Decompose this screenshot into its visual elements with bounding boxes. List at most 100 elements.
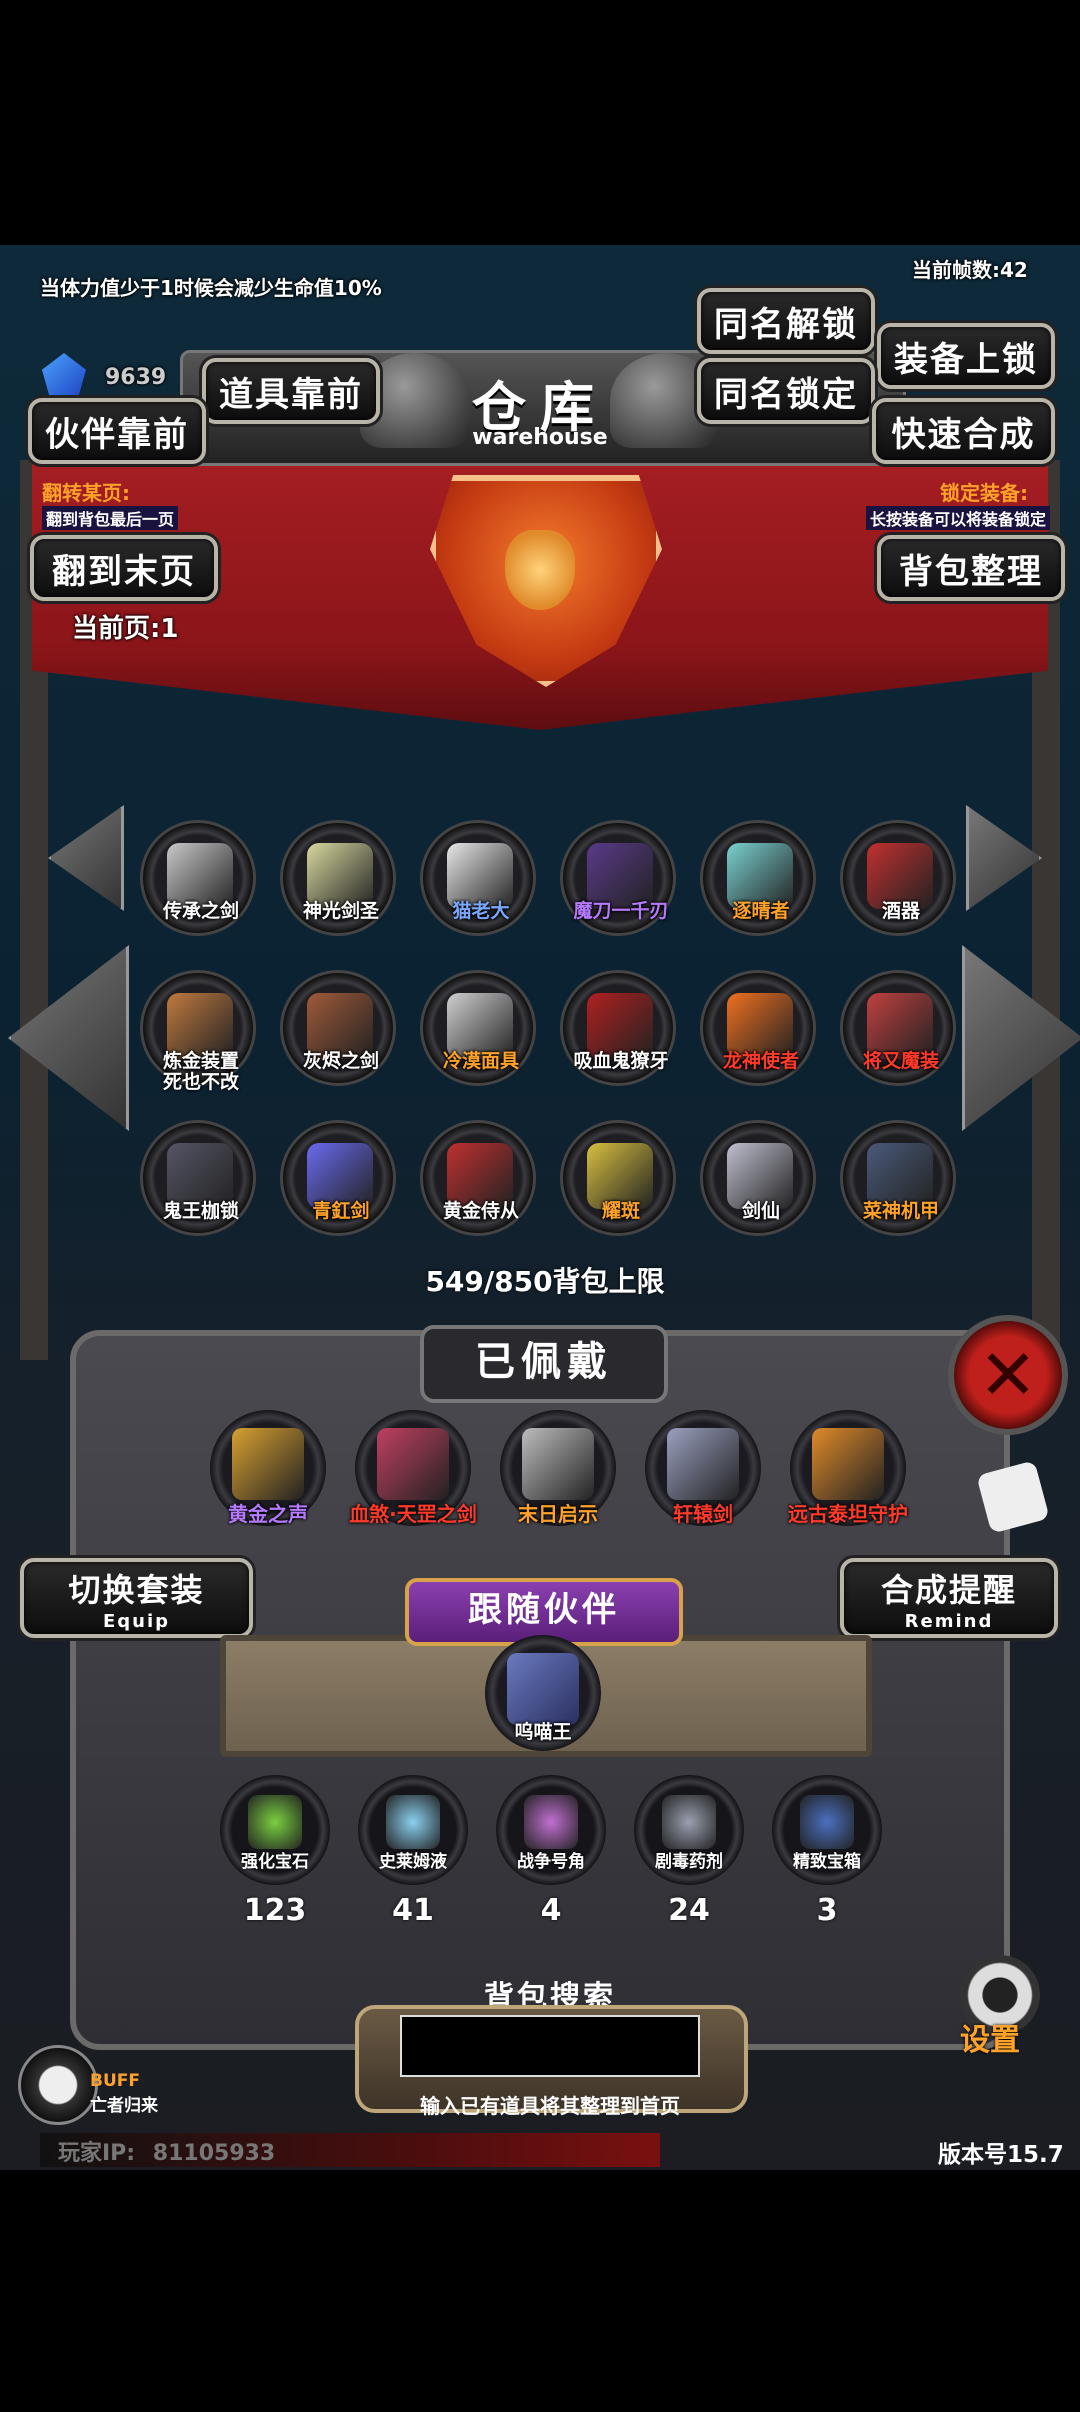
same-name-lock-button[interactable]: 同名锁定	[697, 358, 875, 424]
player-ip-value: 81105933	[152, 2141, 276, 2166]
bag-capacity: 549/850背包上限	[425, 1265, 665, 1298]
bag-sort-button[interactable]: 背包整理	[877, 535, 1065, 601]
resource-count: 4	[540, 1893, 562, 1928]
buff-name: 亡者归来	[90, 2096, 158, 2116]
gem-icon	[248, 1795, 302, 1849]
skull-icon[interactable]	[18, 2045, 98, 2125]
follow-partner-slot[interactable]: 呜喵王	[485, 1635, 601, 1751]
resource-item[interactable]: 剧毒药剂 24	[634, 1775, 744, 1928]
settings-label[interactable]: 设置	[960, 2015, 1020, 2059]
inventory-item[interactable]: 传承之剑	[140, 820, 256, 936]
partner-icon	[507, 1653, 579, 1725]
inventory-item-label: 魔刀一千刃	[573, 900, 669, 922]
poison-icon	[662, 1795, 716, 1849]
search-input[interactable]	[400, 2015, 700, 2077]
resource-count: 3	[816, 1893, 838, 1928]
inventory-item-label: 耀斑	[601, 1200, 640, 1222]
fps-counter: 当前帧数:42	[912, 258, 1028, 282]
inventory-item[interactable]: 炼金装置 死也不改	[140, 970, 256, 1093]
resource-label: 剧毒药剂	[655, 1852, 723, 1872]
inventory-item[interactable]: 剑仙	[700, 1120, 816, 1236]
game-screen: 仓库 warehouse 当体力值少于1时候会减少生命值10% 当前帧数:42 …	[0, 245, 1080, 2170]
equip-lock-button[interactable]: 装备上锁	[877, 323, 1055, 389]
equipped-item[interactable]: 轩辕剑	[645, 1410, 761, 1526]
inventory-item[interactable]: 龙神使者	[700, 970, 816, 1086]
merge-remind-button[interactable]: 合成提醒 Remind	[840, 1558, 1058, 1638]
inventory-item-label: 逐晴者	[732, 900, 790, 922]
buff-label: BUFF	[90, 2071, 140, 2091]
inventory-item-label: 青釭剑	[312, 1200, 370, 1222]
same-name-unlock-button[interactable]: 同名解锁	[697, 288, 875, 354]
last-page-button[interactable]: 翻到末页	[30, 535, 218, 601]
titan-icon	[812, 1428, 884, 1500]
quick-merge-button[interactable]: 快速合成	[872, 398, 1055, 464]
horn-icon	[524, 1795, 578, 1849]
items-front-button[interactable]: 道具靠前	[202, 358, 380, 424]
flip-page-tip-title: 翻转某页:	[42, 481, 130, 505]
player-ip: 玩家IP: 81105933	[58, 2135, 275, 2167]
player-ip-label: 玩家IP:	[58, 2141, 136, 2166]
inventory-item[interactable]: 黄金侍从	[420, 1120, 536, 1236]
lock-tip-desc: 长按装备可以将装备锁定	[866, 506, 1051, 530]
inventory-item[interactable]: 猫老大	[420, 820, 536, 936]
page-subtitle: warehouse	[472, 425, 608, 450]
resource-count: 123	[243, 1893, 307, 1928]
inventory-item-label: 传承之剑	[162, 900, 239, 922]
inventory-item[interactable]: 鬼王枷锁	[140, 1120, 256, 1236]
inventory-item-label: 灰烬之剑	[302, 1050, 379, 1072]
merge-remind-sublabel: Remind	[904, 1610, 994, 1632]
inventory-item-label: 吸血鬼獠牙	[573, 1050, 669, 1072]
partner-front-button[interactable]: 伙伴靠前	[28, 398, 206, 464]
follow-partner-name: 呜喵王	[514, 1721, 572, 1743]
switch-set-sublabel: Equip	[102, 1610, 171, 1632]
inventory-item[interactable]: 吸血鬼獠牙	[560, 970, 676, 1086]
resource-count: 41	[392, 1893, 434, 1928]
resource-item[interactable]: 强化宝石 123	[220, 1775, 330, 1928]
resource-item[interactable]: 战争号角 4	[496, 1775, 606, 1928]
equipped-item[interactable]: 血煞·天罡之剑	[349, 1410, 477, 1526]
resource-item[interactable]: 精致宝箱 3	[772, 1775, 882, 1928]
inventory-item-label: 酒器	[881, 900, 920, 922]
inventory-item[interactable]: 冷漠面具	[420, 970, 536, 1086]
inventory-item-label: 剑仙	[741, 1200, 780, 1222]
inventory-item[interactable]: 魔刀一千刃	[560, 820, 676, 936]
blood-sword-icon	[377, 1428, 449, 1500]
inventory-item[interactable]: 将又魔装	[840, 970, 956, 1086]
harp-icon	[232, 1428, 304, 1500]
equipped-item[interactable]: 末日启示	[500, 1410, 616, 1526]
resource-item[interactable]: 史莱姆液 41	[358, 1775, 468, 1928]
search-hint: 输入已有道具将其整理到首页	[420, 2094, 680, 2118]
lock-tip-title: 锁定装备:	[940, 481, 1028, 505]
inventory-item[interactable]: 逐晴者	[700, 820, 816, 936]
flip-page-tip-desc: 翻到背包最后一页	[42, 506, 179, 530]
equipped-item[interactable]: 远古泰坦守护	[788, 1410, 908, 1526]
inventory-item[interactable]: 神光剑圣	[280, 820, 396, 936]
inventory-item-label: 黄金侍从	[442, 1200, 519, 1222]
switch-set-button[interactable]: 切换套装 Equip	[20, 1558, 253, 1638]
inventory-item[interactable]: 耀斑	[560, 1120, 676, 1236]
resource-label: 战争号角	[517, 1852, 585, 1872]
resource-count: 24	[668, 1893, 710, 1928]
inventory-item-label: 将又魔装	[862, 1050, 939, 1072]
inventory-item-label: 冷漠面具	[442, 1050, 519, 1072]
resource-label: 精致宝箱	[793, 1852, 861, 1872]
inventory-item-label: 菜神机甲	[862, 1200, 939, 1222]
equipped-item[interactable]: 黄金之声	[210, 1410, 326, 1526]
close-icon: ✕	[978, 1334, 1038, 1416]
switch-set-label: 切换套装	[68, 1570, 205, 1609]
inventory-item[interactable]: 菜神机甲	[840, 1120, 956, 1236]
lion-icon	[505, 530, 575, 610]
xuanyuan-icon	[667, 1428, 739, 1500]
inventory-item-label: 鬼王枷锁	[162, 1200, 239, 1222]
inventory-item[interactable]: 灰烬之剑	[280, 970, 396, 1086]
close-button[interactable]: ✕	[948, 1315, 1068, 1435]
doom-icon	[522, 1428, 594, 1500]
inventory-item[interactable]: 酒器	[840, 820, 956, 936]
version-number: 版本号15.7	[938, 2142, 1064, 2168]
chest-icon	[800, 1795, 854, 1849]
merge-remind-label: 合成提醒	[880, 1570, 1017, 1609]
gem-count: 9639	[105, 365, 167, 390]
resource-label: 强化宝石	[241, 1852, 309, 1872]
inventory-item[interactable]: 青釭剑	[280, 1120, 396, 1236]
equipped-item-label: 远古泰坦守护	[788, 1502, 908, 1526]
